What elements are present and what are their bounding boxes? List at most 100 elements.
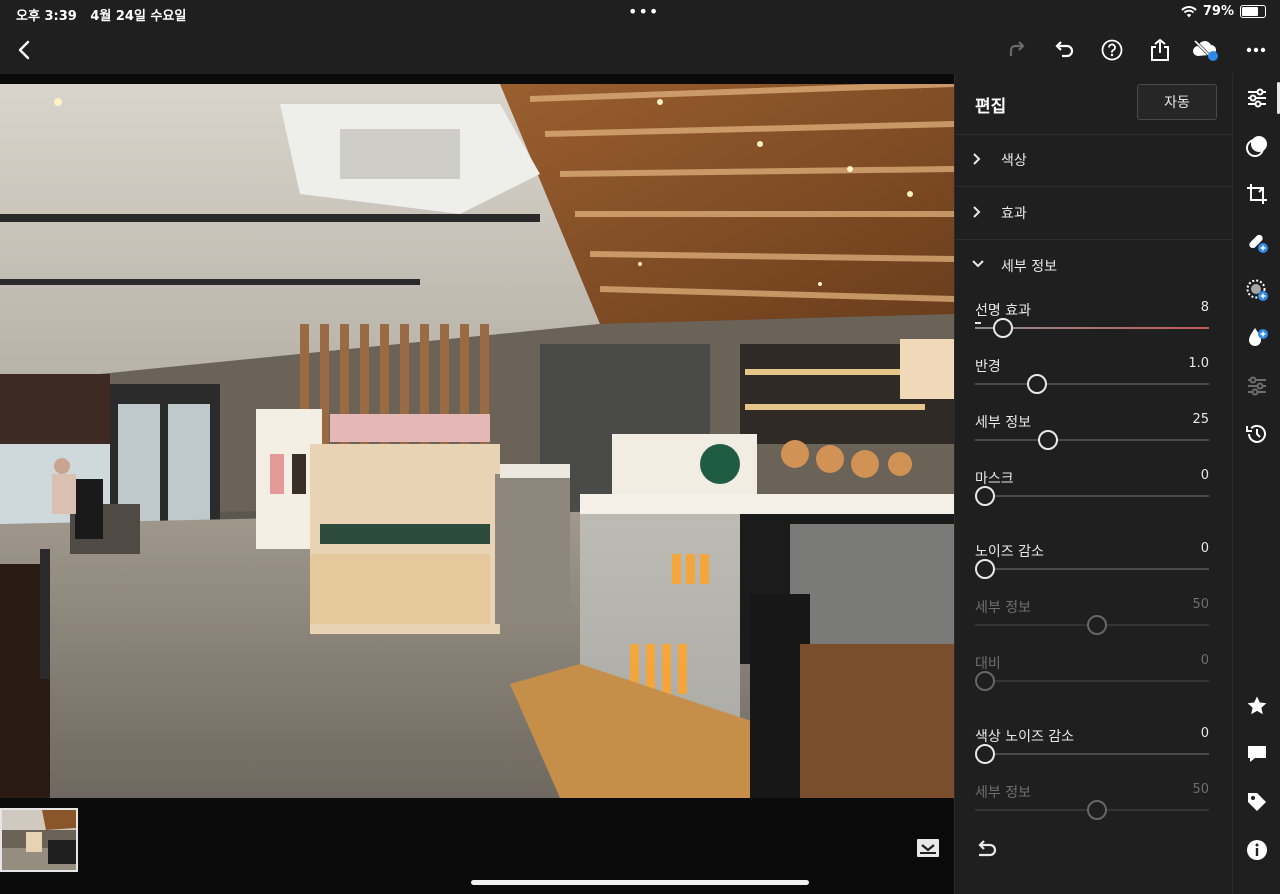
- slider-track[interactable]: [975, 383, 1209, 385]
- slider-value: 8: [1200, 300, 1209, 315]
- noise-reduction-slider[interactable]: 노이즈 감소 0: [975, 541, 1209, 593]
- chevron-right-icon: [973, 153, 981, 165]
- slider-label: 선명 효과: [975, 303, 1031, 319]
- slider-thumb[interactable]: [975, 744, 995, 764]
- panel-title: 편집: [975, 97, 1007, 117]
- comment-icon: [1248, 746, 1266, 762]
- slider-label: 대비: [975, 656, 1001, 672]
- slider-value: 0: [1200, 468, 1209, 483]
- presets-tool-button[interactable]: [1243, 132, 1271, 160]
- back-button[interactable]: [8, 34, 40, 66]
- keywords-button[interactable]: [1243, 788, 1271, 816]
- cloud-sync-button[interactable]: [1190, 34, 1222, 66]
- status-time: 오후 3:39 4월 24일 수요일: [16, 9, 187, 24]
- cloud-sync-icon: [1193, 39, 1218, 61]
- noise-detail-slider[interactable]: 세부 정보 50: [975, 597, 1209, 649]
- multitask-dots[interactable]: •••: [628, 2, 659, 21]
- radius-slider[interactable]: 반경 1.0: [975, 356, 1209, 408]
- battery-percent: 79%: [1202, 4, 1234, 19]
- presets-icon: [1246, 136, 1267, 157]
- top-bar: [0, 26, 1280, 74]
- chevron-down-icon: [972, 260, 984, 268]
- section-color[interactable]: 색상: [955, 134, 1233, 187]
- auto-button[interactable]: 자동: [1137, 84, 1217, 120]
- slider-value: 50: [1192, 782, 1209, 797]
- filmstrip-toggle-button[interactable]: [916, 838, 940, 860]
- optics-tool-button[interactable]: [1243, 324, 1271, 352]
- slider-value: 50: [1192, 597, 1209, 612]
- more-icon: [1246, 47, 1266, 53]
- noise-contrast-slider[interactable]: 대비 0: [975, 653, 1209, 705]
- section-label: 색상: [1001, 153, 1027, 169]
- panel-header: 편집 자동: [955, 74, 1233, 135]
- sharpening-slider[interactable]: 선명 효과 8: [975, 300, 1209, 352]
- color-noise-detail-slider[interactable]: 세부 정보 50: [975, 782, 1209, 834]
- filmstrip-thumbnail[interactable]: [0, 808, 78, 872]
- crop-tool-button[interactable]: [1243, 180, 1271, 208]
- geometry-tool-button[interactable]: [1243, 372, 1271, 400]
- star-icon: [1247, 696, 1267, 715]
- tool-rail: [1232, 74, 1280, 894]
- slider-thumb[interactable]: [975, 671, 995, 691]
- wifi-icon: [1181, 5, 1197, 17]
- more-button[interactable]: [1240, 34, 1272, 66]
- battery-icon: [1240, 5, 1266, 18]
- geometry-icon: [1248, 376, 1266, 396]
- slider-label: 세부 정보: [975, 600, 1031, 616]
- info-icon: [1247, 840, 1267, 860]
- status-right: 79%: [1181, 4, 1266, 19]
- slider-thumb[interactable]: [1026, 374, 1047, 394]
- slider-label: 반경: [975, 359, 1001, 375]
- slider-track[interactable]: [975, 495, 1209, 497]
- detail-slider[interactable]: 세부 정보 25: [975, 412, 1209, 464]
- back-icon: [18, 40, 30, 60]
- slider-value: 0: [1200, 653, 1209, 668]
- slider-track[interactable]: [975, 439, 1209, 441]
- section-effects[interactable]: 효과: [955, 187, 1233, 240]
- redo-icon: [1009, 41, 1025, 56]
- slider-thumb[interactable]: [975, 559, 995, 579]
- reset-button[interactable]: [975, 838, 1003, 862]
- redo-button[interactable]: [1000, 34, 1032, 66]
- slider-label: 세부 정보: [975, 785, 1031, 801]
- healing-icon: [1249, 234, 1268, 253]
- masking-tool-button[interactable]: [1243, 276, 1271, 304]
- section-label: 세부 정보: [1001, 259, 1057, 275]
- help-icon: [1101, 39, 1123, 61]
- slider-thumb[interactable]: [975, 486, 995, 506]
- share-icon: [1151, 38, 1169, 61]
- healing-tool-button[interactable]: [1243, 228, 1271, 256]
- home-indicator[interactable]: [471, 880, 809, 885]
- help-button[interactable]: [1096, 34, 1128, 66]
- comments-button[interactable]: [1243, 740, 1271, 768]
- status-bar: 오후 3:39 4월 24일 수요일 ••• 79%: [0, 0, 1280, 26]
- slider-track[interactable]: [975, 568, 1209, 570]
- share-button[interactable]: [1144, 34, 1176, 66]
- photo-canvas[interactable]: [0, 74, 954, 802]
- masking-icon: [1246, 279, 1268, 301]
- slider-thumb[interactable]: [1087, 800, 1107, 820]
- masking-slider[interactable]: 마스크 0: [975, 468, 1209, 520]
- color-noise-reduction-slider[interactable]: 색상 노이즈 감소 0: [975, 726, 1209, 778]
- photo[interactable]: [0, 84, 954, 798]
- edit-tool-button[interactable]: [1243, 84, 1271, 112]
- slider-label: 마스크: [975, 471, 1014, 487]
- slider-thumb[interactable]: [1087, 615, 1107, 635]
- section-detail[interactable]: 세부 정보: [955, 240, 1233, 292]
- slider-label: 노이즈 감소: [975, 544, 1044, 560]
- tag-icon: [1248, 793, 1266, 811]
- info-button[interactable]: [1243, 836, 1271, 864]
- filmstrip-toggle-icon: [917, 839, 939, 857]
- undo-button[interactable]: [1048, 34, 1080, 66]
- slider-track[interactable]: [975, 753, 1209, 755]
- slider-value: 0: [1200, 726, 1209, 741]
- slider-label: 세부 정보: [975, 415, 1031, 431]
- section-label: 효과: [1001, 206, 1027, 222]
- slider-track[interactable]: [975, 680, 1209, 682]
- optics-icon: [1249, 328, 1268, 346]
- edit-sliders-icon: [1248, 88, 1266, 108]
- slider-thumb[interactable]: [1037, 430, 1058, 450]
- slider-thumb[interactable]: [992, 318, 1013, 338]
- versions-tool-button[interactable]: [1243, 420, 1271, 448]
- rating-button[interactable]: [1243, 692, 1271, 720]
